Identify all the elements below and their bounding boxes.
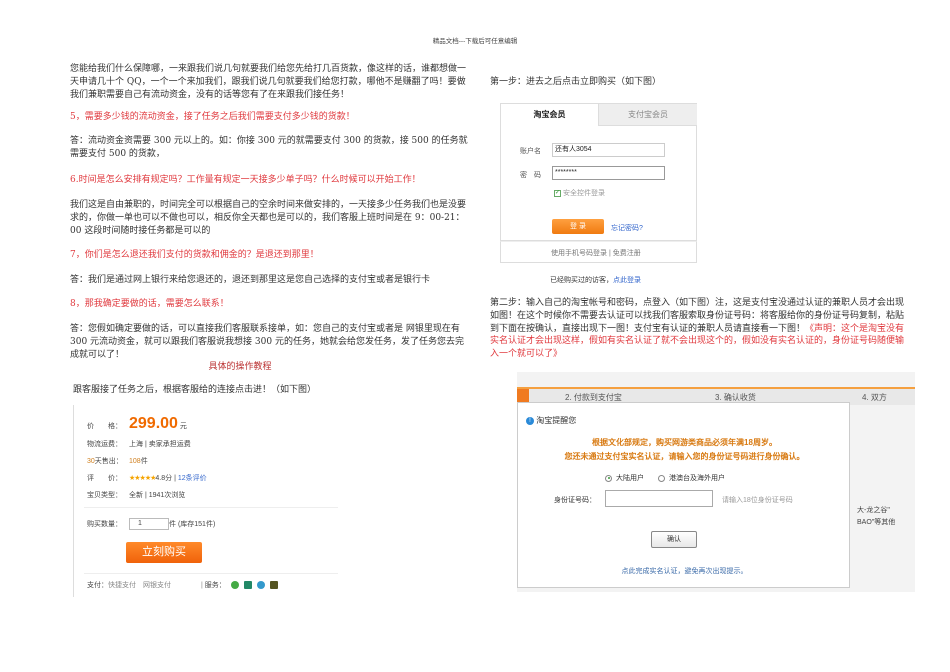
forgot-password-link[interactable]: 忘记密码? (611, 223, 643, 233)
register-link[interactable]: 免费注册 (613, 250, 641, 257)
secure-login-label: 安全控件登录 (562, 190, 605, 197)
service-icon (243, 581, 252, 590)
reviews-link[interactable]: 12条评价 (178, 475, 207, 482)
price: 299.00 (129, 415, 178, 432)
question-6: 6.时间是怎么安排有规定吗？工作量有规定一天接多少单子吗？什么时候可以开始工作！ (70, 175, 421, 185)
product-screenshot: 价 格： 299.00 元 物流运费： 上海 | 卖家承担运费 30天售出： 108件… (73, 405, 361, 597)
background-text: 大-龙之谷" (857, 507, 890, 514)
tutorial-title: 具体的操作教程 (208, 362, 272, 372)
radio-mainland[interactable] (605, 474, 612, 482)
password-input[interactable]: ******** (552, 166, 665, 180)
sold-unit: 件 (140, 458, 148, 465)
service-icon (269, 581, 278, 590)
step-1-text: 第一步：进去之后点击立即购买（如下图） (490, 77, 662, 87)
login-button[interactable]: 登 录 (552, 219, 604, 234)
radio-overseas[interactable] (658, 474, 665, 482)
verify-link[interactable]: 点此完成实名认证，避免再次出现提示。 (518, 566, 851, 576)
rating-score: 4.8分 (155, 475, 173, 482)
rating-label: 评 价： (87, 475, 122, 482)
pay-bank[interactable]: 网银支付 (143, 582, 171, 589)
id-number-input[interactable] (605, 490, 713, 507)
step-4-label: 4. 双方 (862, 393, 887, 402)
sold-days: 30 (87, 458, 95, 465)
phone-login-link[interactable]: 使用手机号码登录 (551, 250, 607, 257)
guest-text: 已经购买过的访客， (550, 277, 613, 284)
divider (84, 573, 338, 574)
intro-text: 跟客服接了任务之后，根据客服给的连接点击进！（如下图） (73, 385, 317, 395)
taobao-reminder-dialog: ! 淘宝提醒您 根据文化部规定，购买网游类商品必须年满18周岁。 您还未通过支付… (517, 402, 850, 588)
background-text: BAO"等其他 (857, 519, 896, 526)
tab-taobao-member[interactable]: 淘宝会员 (501, 104, 598, 126)
notice-line-1: 根据文化部规定，购买网游类商品必须年满18周岁。 (592, 438, 777, 447)
question-8: 8，那我确定要做的话，需要怎么联系！ (70, 299, 229, 309)
shipping-label: 物流运费： (87, 441, 122, 448)
price-label: 价 格： (87, 423, 122, 430)
divider (84, 507, 338, 508)
id-number-label: 身份证号码： (554, 497, 596, 504)
id-number-hint: 请输入18位身份证号码 (722, 497, 793, 504)
login-screenshot: 淘宝会员 支付宝会员 账户名 还有人3054 密 码 ******** ✓ 安全… (500, 103, 697, 290)
radio-mainland-label: 大陆用户 (616, 475, 644, 482)
service-icon (256, 581, 265, 590)
question-7: 7，你们是怎么退还我们支付的货款和佣金的？是退还到那里！ (70, 250, 319, 260)
paragraph-guarantee: 您能给我们什么保障哪，一来跟我们说几句就要我们给您先给打几百货款，像这样的话，谁… (70, 64, 467, 100)
type-label: 宝贝类型： (87, 492, 122, 499)
question-5: 5，需要多少钱的流动资金，接了任务之后我们需要支付多少钱的货款！ (70, 112, 355, 122)
sold-num: 108 (129, 458, 141, 465)
page-header: 精品文档---下载后可任意编辑 (432, 37, 518, 45)
pay-label: 支付： (87, 582, 108, 589)
answer-8: 答：您假如确定要做的话，可以直接我们客服联系接单，如：您自己的支付宝或者是 网银… (70, 324, 464, 360)
account-input[interactable]: 还有人3054 (552, 143, 665, 157)
verification-screenshot: 2. 付款到支付宝 3. 确认收货 4. 双方 大-龙之谷" BAO"等其他 !… (517, 372, 915, 592)
guest-login-link[interactable]: 点此登录 (613, 277, 641, 284)
notice-line-2: 您还未通过支付宝实名认证，请输入您的身份证号码进行身份确认。 (564, 452, 805, 461)
info-icon: ! (526, 416, 534, 425)
buy-now-button[interactable]: 立刻购买 (126, 542, 202, 563)
answer-5: 答：流动资金资需要 300 元以上的。如：你接 300 元的就需要支付 300 … (70, 136, 468, 159)
sold-label: 天售出： (94, 458, 123, 465)
stock: 件 (库存151件) (169, 520, 216, 528)
shipping: 上海 | 卖家承担运费 (129, 441, 191, 448)
service-label: 服务： (204, 582, 226, 589)
password-label: 密 码 (520, 172, 541, 179)
tab-alipay-member[interactable]: 支付宝会员 (598, 104, 697, 126)
quantity-stepper[interactable]: 1 (129, 518, 169, 530)
dialog-title: 淘宝提醒您 (536, 416, 577, 425)
answer-6: 我们这是自由兼职的，时间完全可以根据自己的空余时间来做安排的，一天接多少任务我们… (70, 200, 467, 236)
service-icon (230, 581, 239, 590)
answer-7: 答：我们是通过网上银行来给您退还的，退还到那里这是您自己选择的支付宝或者是银行卡 (70, 275, 431, 285)
type-value: 全新 | 1941次浏览 (129, 492, 186, 499)
confirm-button[interactable]: 确认 (651, 531, 697, 548)
account-label: 账户名 (520, 148, 541, 155)
radio-overseas-label: 港澳台及海外用户 (669, 475, 725, 482)
rating-stars-icon: ★★★★★ (129, 475, 156, 482)
pay-quick[interactable]: 快捷支付 (108, 582, 136, 589)
qty-label: 购买数量： (87, 520, 122, 528)
price-unit: 元 (179, 423, 187, 430)
secure-checkbox[interactable]: ✓ (554, 189, 561, 197)
